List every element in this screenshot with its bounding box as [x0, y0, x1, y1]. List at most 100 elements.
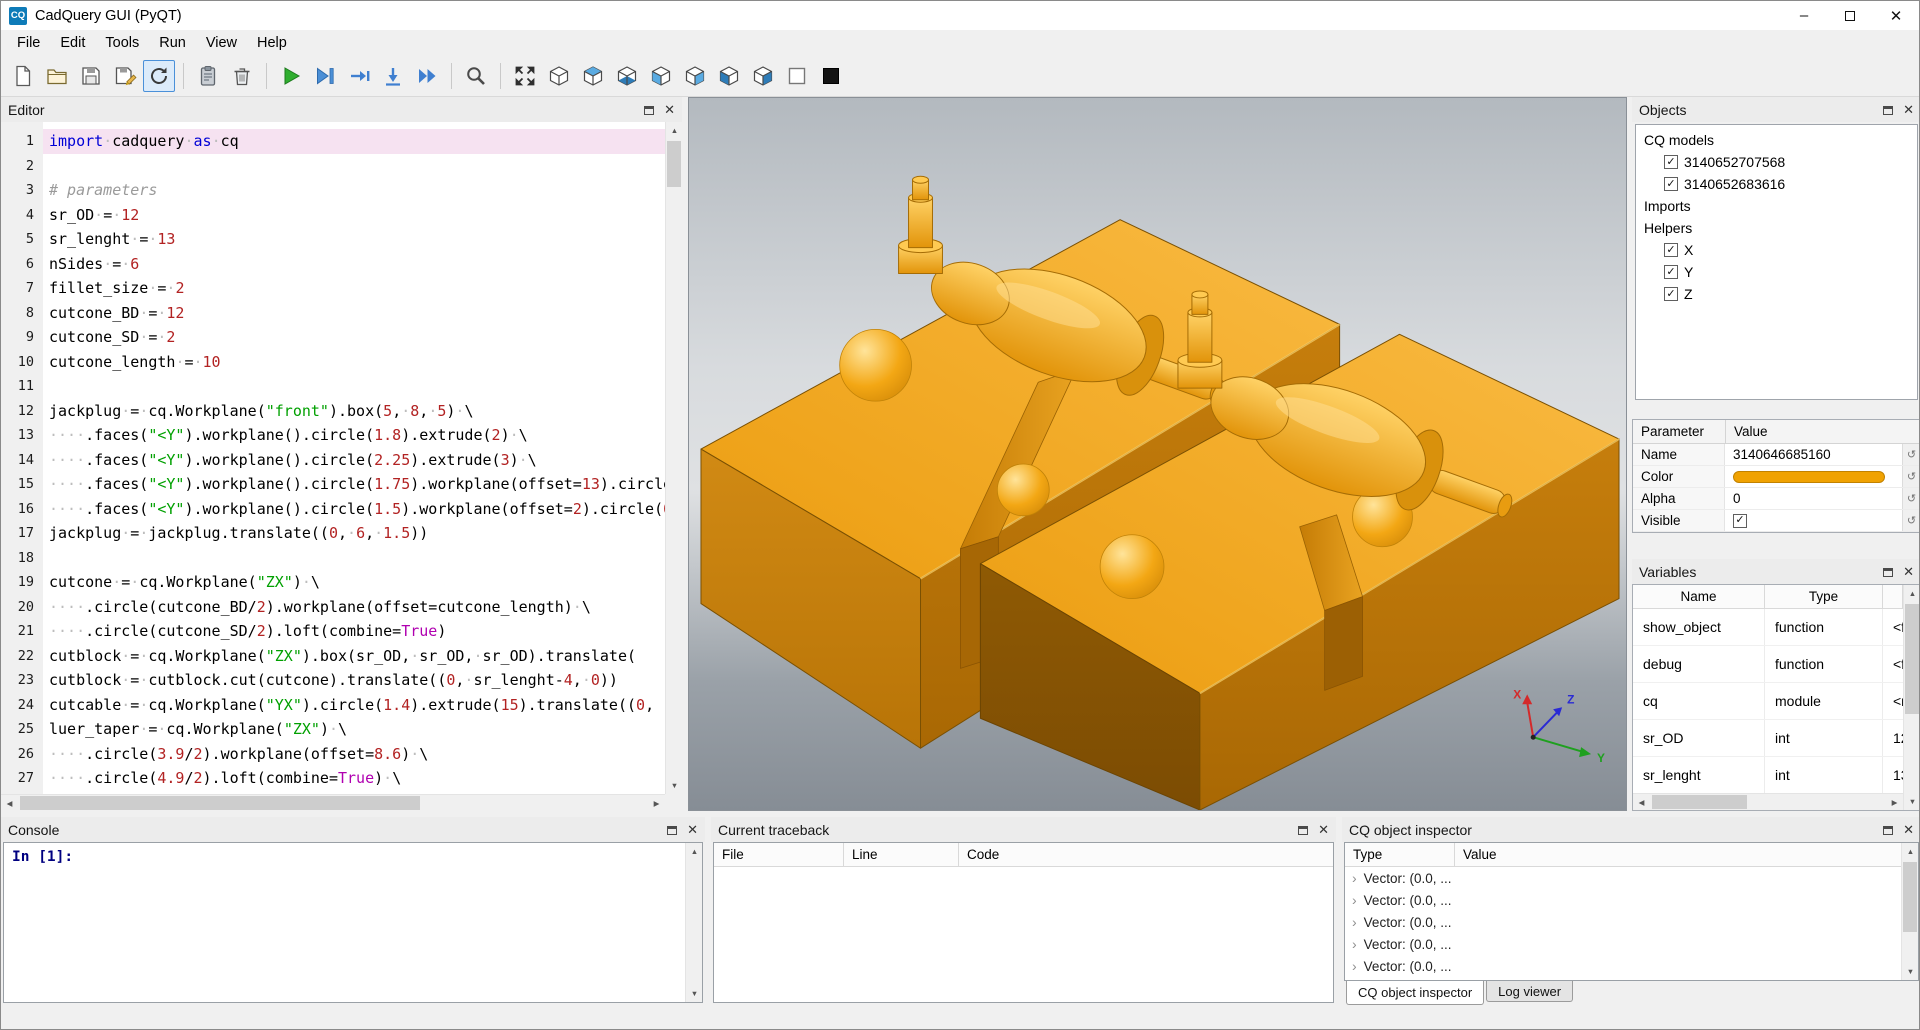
- code-line[interactable]: cutcone_length·=·10: [43, 350, 665, 375]
- expand-arrow-icon[interactable]: ›: [1352, 959, 1357, 973]
- inspector-row[interactable]: ›Vector: (0.0, ...: [1345, 867, 1901, 889]
- tree-item-x[interactable]: ✓X: [1638, 239, 1915, 261]
- save-script-button[interactable]: [75, 60, 107, 92]
- expand-arrow-icon[interactable]: ›: [1352, 871, 1357, 885]
- code-line[interactable]: luer_taper·=·cq.Workplane("ZX")·\: [43, 717, 665, 742]
- inspector-row[interactable]: ›Vector: (0.0, ...: [1345, 933, 1901, 955]
- scroll-down-button[interactable]: ▼: [666, 777, 682, 794]
- code-line[interactable]: cutcone_SD·=·2: [43, 325, 665, 350]
- rear-view-button[interactable]: [679, 60, 711, 92]
- checkbox[interactable]: ✓: [1664, 177, 1678, 191]
- step-in-button[interactable]: [377, 60, 409, 92]
- variable-row-sr-od[interactable]: sr_ODint12: [1633, 720, 1903, 757]
- render-button[interactable]: [192, 60, 224, 92]
- code-line[interactable]: [43, 374, 665, 399]
- console-panel-header[interactable]: Console ✕: [1, 817, 705, 842]
- code-line[interactable]: ····.circle(4.9/2).loft(combine=True)·\: [43, 766, 665, 791]
- inspector-float-button[interactable]: [1883, 822, 1893, 838]
- reset-button[interactable]: ↺: [1902, 444, 1920, 465]
- scroll-right-button[interactable]: ▶: [1886, 794, 1903, 811]
- scroll-left-button[interactable]: ◀: [1, 795, 18, 811]
- editor-panel-header[interactable]: Editor ✕: [1, 97, 682, 122]
- code-line[interactable]: cutcone·=·cq.Workplane("ZX")·\: [43, 570, 665, 595]
- inspector-row[interactable]: ›Vector: (0.0, ...: [1345, 955, 1901, 977]
- scrollbar-thumb[interactable]: [20, 796, 420, 810]
- checkbox[interactable]: ✓: [1664, 243, 1678, 257]
- console-close-button[interactable]: ✕: [687, 823, 698, 836]
- variables-col-extra[interactable]: [1883, 585, 1903, 608]
- objects-panel-header[interactable]: Objects ✕: [1632, 97, 1920, 122]
- traceback-float-button[interactable]: [1298, 822, 1308, 838]
- scroll-right-button[interactable]: ▶: [648, 795, 665, 811]
- editor-vertical-scrollbar[interactable]: ▲ ▼: [665, 122, 682, 794]
- wireframe-button[interactable]: [781, 60, 813, 92]
- code-line[interactable]: import·cadquery·as·cq: [43, 129, 665, 154]
- scroll-up-button[interactable]: ▲: [1904, 585, 1920, 602]
- left-view-button[interactable]: [713, 60, 745, 92]
- tree-item-3140652683616[interactable]: ✓3140652683616: [1638, 173, 1915, 195]
- objects-close-button[interactable]: ✕: [1903, 103, 1914, 116]
- scrollbar-thumb[interactable]: [667, 141, 681, 187]
- console-float-button[interactable]: [667, 822, 677, 838]
- viewport-3d[interactable]: X Z Y: [688, 97, 1627, 811]
- save-as-script-button[interactable]: [109, 60, 141, 92]
- code-line[interactable]: ····.circle(cutcone_BD/2).workplane(offs…: [43, 595, 665, 620]
- scroll-down-button[interactable]: ▼: [1904, 793, 1920, 810]
- inspector-row[interactable]: ›Vector: (0.0, ...: [1345, 911, 1901, 933]
- fit-view-button[interactable]: [509, 60, 541, 92]
- scroll-up-button[interactable]: ▲: [666, 122, 682, 139]
- menu-view[interactable]: View: [196, 30, 247, 56]
- variable-row-show-object[interactable]: show_objectfunction<f: [1633, 609, 1903, 646]
- variables-close-button[interactable]: ✕: [1903, 565, 1914, 578]
- minimize-button[interactable]: –: [1781, 1, 1827, 30]
- checkbox[interactable]: ✓: [1733, 514, 1747, 528]
- code-line[interactable]: cutcable·=·cq.Workplane("YX").circle(1.4…: [43, 693, 665, 718]
- code-line[interactable]: sr_lenght·=·13: [43, 227, 665, 252]
- open-script-button[interactable]: [41, 60, 73, 92]
- traceback-col-code[interactable]: Code: [959, 843, 1333, 866]
- editor-horizontal-scrollbar[interactable]: ◀ ▶: [1, 794, 665, 811]
- iso-view-button[interactable]: [543, 60, 575, 92]
- code-line[interactable]: jackplug·=·jackplug.translate((0,·6,·1.5…: [43, 521, 665, 546]
- variables-horizontal-scrollbar[interactable]: ◀ ▶: [1633, 793, 1903, 810]
- scrollbar-thumb[interactable]: [1903, 862, 1917, 932]
- reset-button[interactable]: ↺: [1902, 488, 1920, 509]
- bottom-view-button[interactable]: [611, 60, 643, 92]
- reset-button[interactable]: ↺: [1902, 466, 1920, 487]
- code-line[interactable]: ····.faces("<Y").workplane().circle(2.25…: [43, 448, 665, 473]
- expand-arrow-icon[interactable]: ›: [1352, 915, 1357, 929]
- expand-arrow-icon[interactable]: ›: [1352, 937, 1357, 951]
- code-line[interactable]: [43, 154, 665, 179]
- variables-float-button[interactable]: [1883, 564, 1893, 580]
- code-line[interactable]: cutblock·=·cutblock.cut(cutcone).transla…: [43, 668, 665, 693]
- traceback-close-button[interactable]: ✕: [1318, 823, 1329, 836]
- code-line[interactable]: # parameters: [43, 178, 665, 203]
- code-line[interactable]: cutcone_BD·=·12: [43, 301, 665, 326]
- variables-col-type[interactable]: Type: [1765, 585, 1883, 608]
- tree-item-y[interactable]: ✓Y: [1638, 261, 1915, 283]
- shaded-button[interactable]: [815, 60, 847, 92]
- tab-cq-object-inspector[interactable]: CQ object inspector: [1346, 981, 1484, 1005]
- scroll-up-button[interactable]: ▲: [686, 843, 703, 860]
- code-line[interactable]: ····.faces("<Y").workplane().circle(1.75…: [43, 472, 665, 497]
- variables-panel-header[interactable]: Variables ✕: [1632, 559, 1920, 584]
- checkbox[interactable]: ✓: [1664, 265, 1678, 279]
- scroll-down-button[interactable]: ▼: [686, 985, 703, 1002]
- scrollbar-thumb[interactable]: [1905, 604, 1919, 714]
- code-line[interactable]: ····.circle(cutcone_SD/2).loft(combine=T…: [43, 619, 665, 644]
- step-button[interactable]: [343, 60, 375, 92]
- tree-item-helpers[interactable]: Helpers: [1638, 217, 1915, 239]
- scroll-up-button[interactable]: ▲: [1902, 843, 1919, 860]
- delete-objects-button[interactable]: [226, 60, 258, 92]
- tree-item-3140652707568[interactable]: ✓3140652707568: [1638, 151, 1915, 173]
- variable-row-debug[interactable]: debugfunction<f: [1633, 646, 1903, 683]
- code-line[interactable]: jackplug·=·cq.Workplane("front").box(5,·…: [43, 399, 665, 424]
- new-script-button[interactable]: [7, 60, 39, 92]
- code-line[interactable]: nSides·=·6: [43, 252, 665, 277]
- objects-tree[interactable]: CQ models✓3140652707568✓3140652683616Imp…: [1635, 124, 1918, 400]
- property-value[interactable]: ✓: [1725, 514, 1902, 528]
- traceback-col-file[interactable]: File: [714, 843, 844, 866]
- autoreload-button[interactable]: [143, 60, 175, 92]
- scroll-left-button[interactable]: ◀: [1633, 794, 1650, 811]
- checkbox[interactable]: ✓: [1664, 287, 1678, 301]
